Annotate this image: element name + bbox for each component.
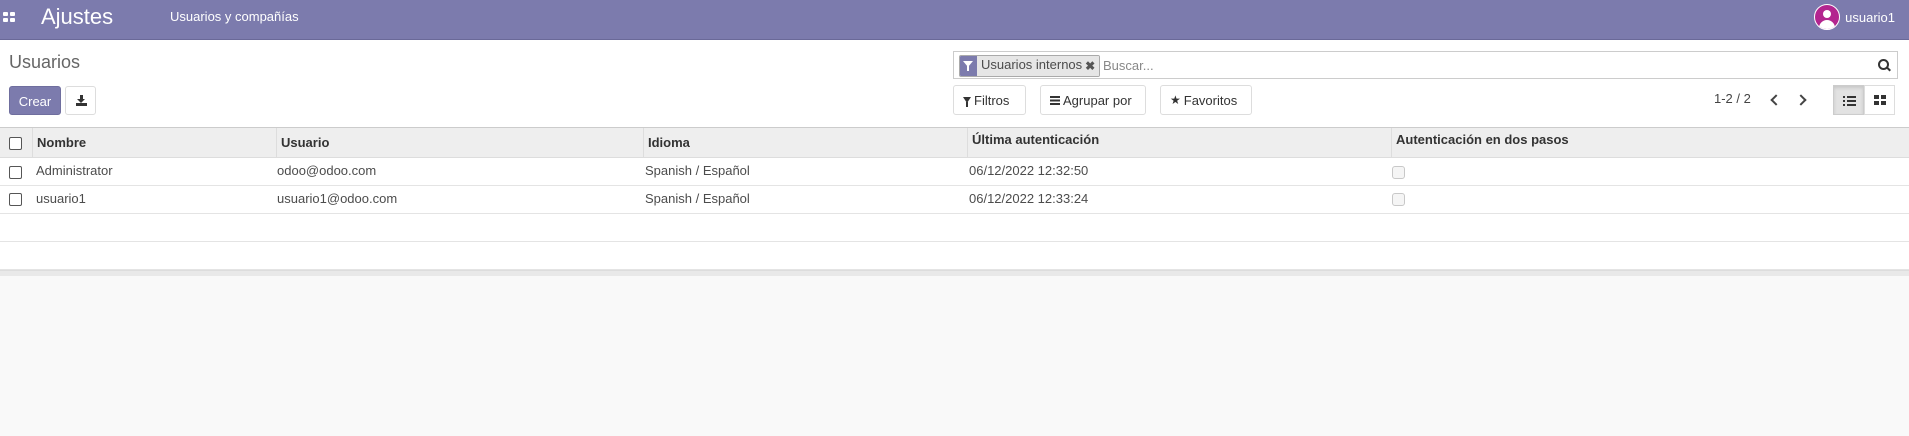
group-by-label: Agrupar por — [1063, 92, 1132, 108]
search-icon[interactable] — [1878, 59, 1891, 72]
favorites-button[interactable]: ★ Favoritos — [1160, 85, 1252, 115]
cell-language: Spanish / Español — [645, 163, 750, 178]
list-view-button[interactable] — [1833, 85, 1864, 115]
table-row[interactable]: usuario1 usuario1@odoo.com Spanish / Esp… — [0, 186, 1909, 214]
menu-users-companies[interactable]: Usuarios y compañías — [170, 9, 299, 24]
download-icon — [76, 95, 87, 106]
search-facet: Usuarios internos ✖ — [959, 55, 1101, 77]
pager-previous-icon[interactable] — [1768, 93, 1782, 107]
row-checkbox[interactable] — [9, 193, 22, 206]
column-header-last-login[interactable]: Última autenticación — [967, 128, 1391, 157]
cell-last-login: 06/12/2022 12:32:50 — [969, 163, 1089, 178]
view-switcher — [1833, 85, 1895, 115]
export-button[interactable] — [65, 86, 96, 115]
two-factor-checkbox — [1392, 193, 1405, 206]
top-navbar: Ajustes Usuarios y compañías usuario1 — [0, 0, 1909, 40]
column-header-language[interactable]: Idioma — [643, 128, 967, 157]
pager-next-icon[interactable] — [1795, 93, 1810, 107]
filter-icon — [960, 56, 977, 76]
cell-name: usuario1 — [36, 191, 86, 206]
favorites-label: Favoritos — [1183, 92, 1238, 108]
create-button[interactable]: Crear — [9, 86, 61, 115]
pager-value[interactable]: 1-2 / 2 — [1714, 91, 1751, 106]
table-header: Nombre Usuario Idioma Última autenticaci… — [0, 128, 1909, 158]
users-table: Nombre Usuario Idioma Última autenticaci… — [0, 128, 1909, 276]
search-bar: Usuarios internos ✖ — [953, 51, 1898, 79]
table-row[interactable]: Administrator odoo@odoo.com Spanish / Es… — [0, 158, 1909, 186]
search-input[interactable] — [1103, 56, 1873, 74]
kanban-view-button[interactable] — [1864, 85, 1895, 115]
filter-icon — [963, 97, 971, 107]
empty-row — [0, 242, 1909, 270]
bars-icon — [1050, 95, 1060, 105]
empty-row — [0, 214, 1909, 242]
cell-login: odoo@odoo.com — [277, 163, 377, 178]
facet-close-icon[interactable]: ✖ — [1085, 56, 1100, 76]
cell-language: Spanish / Español — [645, 191, 750, 206]
select-all-checkbox[interactable] — [9, 137, 22, 150]
two-factor-checkbox — [1392, 166, 1405, 179]
cell-last-login: 06/12/2022 12:33:24 — [969, 191, 1089, 206]
app-title[interactable]: Ajustes — [41, 3, 113, 31]
filters-label: Filtros — [974, 92, 1010, 108]
apps-menu-icon[interactable] — [3, 12, 15, 22]
kanban-icon — [1874, 95, 1886, 106]
facet-value: Usuarios internos — [977, 56, 1086, 76]
group-by-button[interactable]: Agrupar por — [1040, 85, 1146, 115]
list-icon — [1843, 96, 1856, 106]
user-name: usuario1 — [1845, 9, 1895, 25]
page-title: Usuarios — [9, 52, 81, 72]
user-menu[interactable]: usuario1 — [1814, 2, 1895, 32]
filters-button[interactable]: Filtros — [953, 85, 1026, 115]
cell-name: Administrator — [36, 163, 113, 178]
row-checkbox[interactable] — [9, 166, 22, 179]
column-header-two-factor[interactable]: Autenticación en dos pasos — [1391, 128, 1909, 157]
table-footer — [0, 270, 1909, 276]
column-header-login[interactable]: Usuario — [276, 128, 643, 157]
cell-login: usuario1@odoo.com — [277, 191, 398, 206]
user-avatar-icon — [1814, 4, 1841, 30]
star-icon: ★ — [1170, 93, 1181, 107]
column-header-name[interactable]: Nombre — [32, 128, 276, 157]
control-panel: Usuarios Crear Usuarios internos ✖ Filtr… — [0, 40, 1909, 128]
